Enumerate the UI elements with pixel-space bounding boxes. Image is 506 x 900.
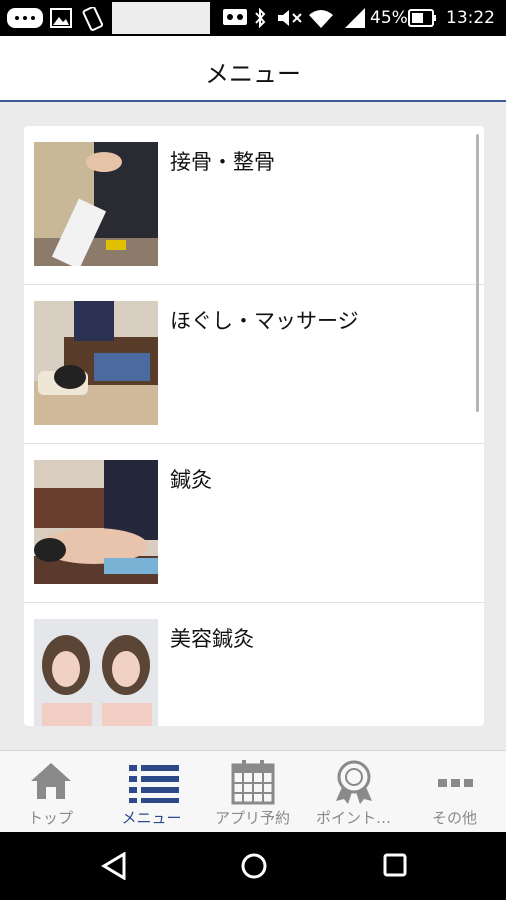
page-title: メニュー bbox=[205, 60, 301, 88]
list-icon bbox=[129, 765, 179, 803]
tab-label: アプリ予約 bbox=[214, 809, 290, 827]
back-icon[interactable] bbox=[100, 852, 128, 880]
signal-icon bbox=[345, 8, 365, 28]
menu-item-beauty-acupuncture[interactable]: 美容鍼灸 bbox=[24, 603, 484, 726]
recent-apps-icon[interactable] bbox=[382, 852, 408, 878]
app-header: メニュー bbox=[0, 36, 506, 102]
menu-item-thumbnail bbox=[34, 460, 158, 584]
tab-points[interactable]: ポイント… bbox=[303, 751, 404, 833]
tab-app-reservation[interactable]: アプリ予約 bbox=[202, 751, 303, 833]
calendar-icon bbox=[231, 760, 275, 805]
tab-label: ポイント… bbox=[315, 809, 391, 827]
menu-item-label: 鍼灸 bbox=[170, 468, 212, 492]
clock: 13:22 bbox=[446, 8, 495, 28]
status-bar: 45% 13:22 bbox=[0, 0, 506, 36]
menu-item-thumbnail bbox=[34, 301, 158, 425]
system-nav-bar bbox=[0, 832, 506, 900]
bluetooth-icon bbox=[255, 7, 266, 29]
bottom-nav: トップ メニュー アプリ予約 ポイント… その他 bbox=[0, 750, 506, 833]
mute-icon bbox=[278, 10, 302, 26]
battery-icon bbox=[408, 9, 436, 27]
menu-item-label: 美容鍼灸 bbox=[170, 627, 254, 651]
menu-item-bone-setting[interactable]: 接骨・整骨 bbox=[24, 126, 484, 285]
scrollbar[interactable] bbox=[476, 134, 479, 412]
battery-percent: 45% bbox=[370, 8, 408, 28]
image-icon bbox=[50, 8, 72, 28]
menu-list[interactable]: 接骨・整骨 ほぐし・マッサージ 鍼灸 美容鍼灸 bbox=[24, 126, 484, 726]
tab-label: トップ bbox=[27, 809, 73, 827]
home-button-icon[interactable] bbox=[240, 852, 268, 880]
wifi-icon bbox=[309, 10, 333, 28]
tab-label: その他 bbox=[431, 809, 477, 827]
award-icon bbox=[336, 760, 372, 804]
menu-item-acupuncture[interactable]: 鍼灸 bbox=[24, 444, 484, 603]
home-icon bbox=[31, 763, 71, 799]
tab-menu[interactable]: メニュー bbox=[101, 751, 202, 833]
notification-message-icon bbox=[7, 8, 43, 28]
tab-other[interactable]: その他 bbox=[404, 751, 505, 833]
voicemail-icon bbox=[223, 9, 247, 25]
menu-item-thumbnail bbox=[34, 619, 158, 726]
more-icon bbox=[438, 779, 473, 787]
phone-vibrate-icon bbox=[82, 7, 104, 31]
menu-item-massage[interactable]: ほぐし・マッサージ bbox=[24, 285, 484, 444]
tab-top[interactable]: トップ bbox=[0, 751, 101, 833]
redacted-area bbox=[112, 2, 210, 34]
menu-item-thumbnail bbox=[34, 142, 158, 266]
menu-item-label: ほぐし・マッサージ bbox=[170, 309, 359, 333]
menu-item-label: 接骨・整骨 bbox=[170, 150, 275, 174]
tab-label: メニュー bbox=[121, 809, 182, 827]
